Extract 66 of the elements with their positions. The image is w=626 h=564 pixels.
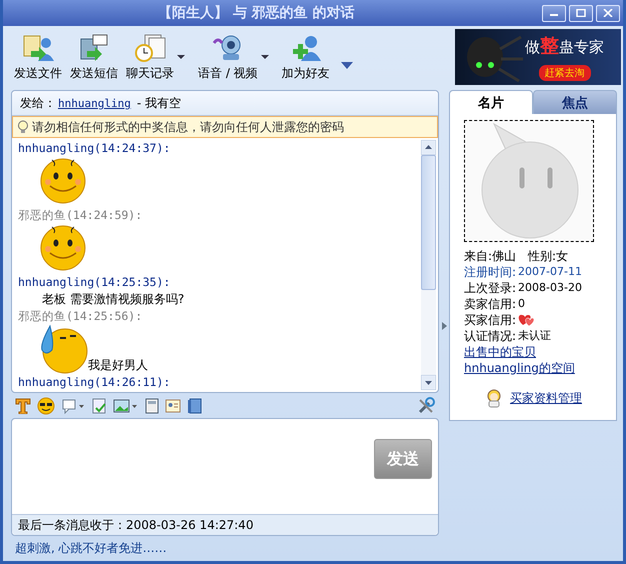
toolbar-button[interactable]: 加为好友 — [278, 32, 333, 82]
toolbar-button[interactable]: 聊天记录 — [123, 32, 177, 82]
profile-link[interactable]: hnhuangling的空间 — [464, 360, 575, 376]
message-header: 邪恶的鱼(14:25:56): — [18, 308, 144, 324]
minimize-button[interactable] — [542, 4, 566, 22]
profile-value: 0 — [518, 296, 526, 312]
hearts-icon — [518, 313, 534, 327]
profile-label: 注册时间: — [464, 264, 516, 280]
profile-label: 认证情况: — [464, 328, 516, 344]
maximize-button[interactable] — [569, 4, 593, 22]
warning-text: 请勿相信任何形式的中奖信息，请勿向任何人泄露您的密码 — [32, 118, 344, 136]
image-icon[interactable] — [113, 398, 139, 414]
scroll-down-icon[interactable] — [421, 375, 436, 390]
profile-text: 来自:佛山 — [464, 248, 516, 264]
close-icon — [603, 9, 613, 17]
message-header: 邪恶的鱼(14:24:59): — [18, 207, 144, 223]
maximize-icon — [576, 9, 586, 17]
book-icon[interactable] — [187, 398, 203, 414]
message-text: 老板 需要激情视频服务吗? — [41, 292, 184, 306]
recipient-label: 发给： — [20, 94, 56, 112]
last-message-info: 最后一条消息收于：2008-03-26 14:27:40 — [12, 514, 438, 535]
sweat-smiley-icon — [38, 324, 88, 374]
profile-text: 性别:女 — [528, 248, 568, 264]
profile-value: 2008-03-20 — [518, 280, 582, 296]
scroll-thumb[interactable] — [421, 155, 436, 290]
recipient-link[interactable]: hnhuangling — [58, 96, 131, 110]
message-text: 我是好男人 — [88, 357, 148, 374]
tab[interactable]: 焦点 — [533, 90, 617, 114]
send-file-icon — [21, 32, 55, 62]
calculator-icon[interactable] — [145, 398, 159, 414]
toolbar-button[interactable]: 语音 / 视频 — [195, 32, 261, 82]
sunglasses-smiley-icon[interactable] — [37, 396, 55, 415]
footer-text: 超刺激, 心跳不好者免进…… — [14, 540, 168, 557]
smiley-icon — [38, 223, 88, 271]
smiley-icon — [38, 156, 88, 204]
font-icon[interactable] — [15, 398, 31, 414]
more-caret-icon[interactable] — [340, 62, 353, 70]
ad-headline: 做整蛊专家 — [525, 34, 604, 59]
buyer-profile-link[interactable]: 买家资料管理 — [510, 390, 582, 406]
settings-icon[interactable] — [417, 396, 435, 415]
recipient-status: - 我有空 — [136, 94, 182, 112]
profile-label: 卖家信用: — [464, 296, 516, 312]
message-header: hnhuangling(14:26:11): — [18, 374, 172, 390]
message-header: hnhuangling(14:24:37): — [18, 140, 172, 156]
chat-history-icon — [133, 32, 167, 62]
profile-label: 上次登录: — [464, 280, 516, 296]
profile-value: 未认证 — [518, 328, 552, 344]
profile-link[interactable]: 出售中的宝贝 — [464, 344, 536, 360]
window-title: 【陌生人】 与 邪恶的鱼 的对话 — [157, 4, 355, 22]
ad-link[interactable]: 赶紧去淘 — [538, 65, 590, 81]
speech-bubble-icon[interactable] — [61, 398, 85, 414]
profile-label: 买家信用: — [464, 312, 516, 328]
checklist-icon[interactable] — [91, 398, 107, 414]
toolbar-button[interactable]: 发送短信 — [67, 32, 121, 82]
caret-icon[interactable] — [260, 54, 269, 60]
scrollbar[interactable] — [421, 140, 436, 390]
tab[interactable]: 名片 — [449, 90, 533, 114]
caret-icon[interactable] — [177, 54, 185, 60]
lightbulb-icon — [17, 120, 29, 134]
close-button[interactable] — [596, 4, 620, 22]
toolbar-button[interactable]: 发送文件 — [11, 32, 65, 82]
scroll-up-icon[interactable] — [421, 140, 436, 155]
message-header: hnhuangling(14:25:35): — [18, 274, 172, 290]
ad-banner[interactable]: 做整蛊专家 赶紧去淘 — [455, 29, 621, 85]
profile-value: 2007-07-11 — [518, 264, 582, 280]
contact-card-icon[interactable] — [165, 398, 181, 414]
